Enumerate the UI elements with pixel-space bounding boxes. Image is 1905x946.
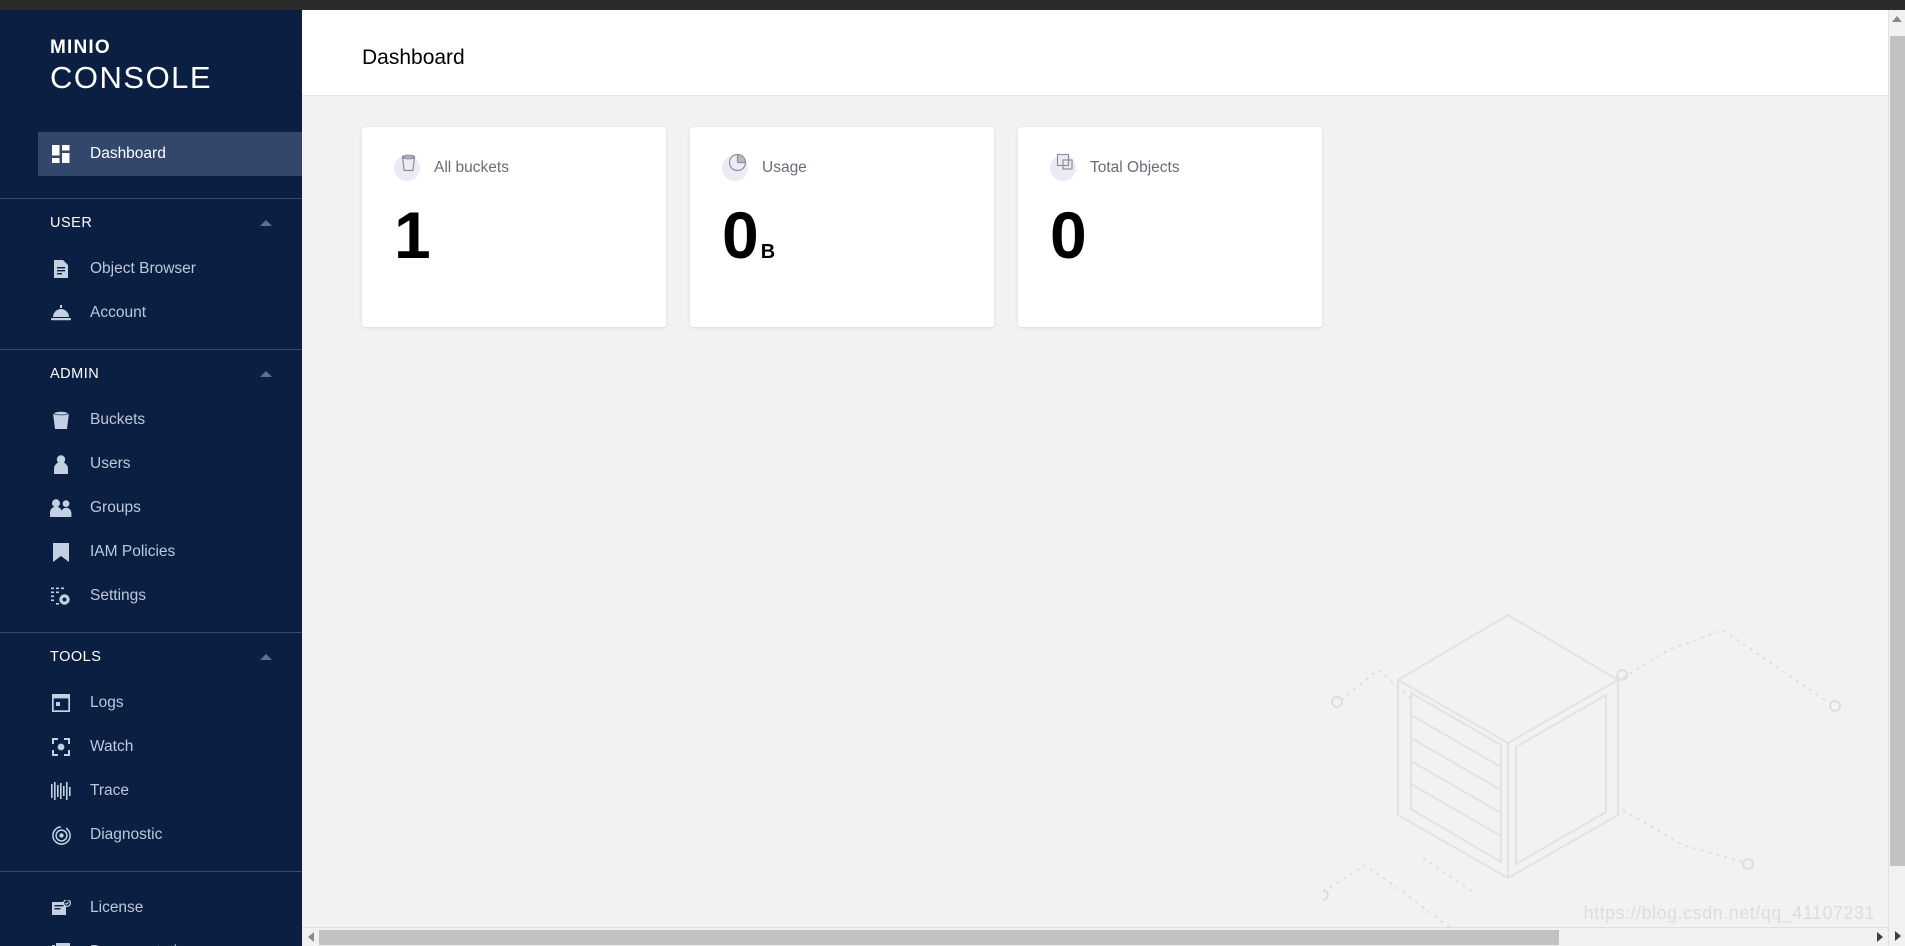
- app-root: MINIO CONSOLE Dashboard USER Object Brow…: [0, 0, 1905, 946]
- sidebar-section-label: TOOLS: [50, 649, 102, 665]
- pie-chart-icon: [722, 153, 748, 181]
- browser-top-chrome: [0, 0, 1905, 10]
- sidebar-item-label: Buckets: [90, 411, 146, 428]
- bucket-icon: [50, 409, 72, 431]
- license-icon: [50, 897, 72, 919]
- card-unit: B: [760, 241, 776, 263]
- card-header: All buckets: [362, 127, 666, 181]
- sidebar-section-user: USER Object Browser Account: [0, 199, 302, 349]
- sidebar-section-tools: TOOLS Logs Watch Trace Diagnostic: [0, 633, 302, 871]
- sidebar-item-iam-policies[interactable]: IAM Policies: [0, 530, 302, 574]
- sidebar-section-header-tools[interactable]: TOOLS: [0, 633, 302, 681]
- sidebar-item-trace[interactable]: Trace: [0, 769, 302, 813]
- stat-card-all-buckets[interactable]: All buckets 1: [362, 127, 666, 327]
- chevron-up-icon[interactable]: [260, 371, 272, 377]
- card-value: 1: [394, 198, 431, 272]
- groups-icon: [50, 497, 72, 519]
- dashboard-icon: [50, 143, 72, 165]
- sidebar-item-label: Logs: [90, 694, 124, 711]
- sidebar-item-label: IAM Policies: [90, 543, 176, 560]
- stat-card-usage[interactable]: Usage 0B: [690, 127, 994, 327]
- sidebar-item-settings[interactable]: Settings: [0, 574, 302, 618]
- scroll-right-arrow-icon[interactable]: [1871, 928, 1888, 946]
- scroll-down-arrow-icon[interactable]: [1889, 927, 1905, 944]
- stat-cards-row: All buckets 1 Usage 0 B Total Objects 0: [362, 127, 1322, 327]
- card-header: Total Objects: [1018, 127, 1322, 181]
- user-icon: [50, 453, 72, 475]
- scroll-left-arrow-icon[interactable]: [302, 928, 319, 946]
- watch-icon: [50, 736, 72, 758]
- card-value-wrap: 0B: [722, 199, 775, 288]
- vertical-scrollbar-thumb[interactable]: [1890, 36, 1905, 866]
- sidebar-item-label: Users: [90, 455, 131, 472]
- sidebar-item-object-browser[interactable]: Object Browser: [0, 247, 302, 291]
- sidebar-item-documentation[interactable]: Documentation: [0, 930, 302, 946]
- objects-icon: [1050, 153, 1076, 181]
- gear-icon: [50, 585, 72, 607]
- horizontal-scrollbar-thumb[interactable]: [319, 929, 1559, 945]
- documentation-icon: [50, 941, 72, 946]
- card-value-wrap: 1: [394, 199, 433, 271]
- card-label: Usage: [762, 159, 807, 176]
- sidebar-item-label: Settings: [90, 587, 147, 604]
- card-value: 0: [1050, 198, 1087, 272]
- sidebar: MINIO CONSOLE Dashboard USER Object Brow…: [0, 10, 302, 946]
- sidebar-item-label: License: [90, 899, 144, 916]
- sidebar-item-dashboard[interactable]: Dashboard: [38, 132, 302, 176]
- sidebar-item-label: Dashboard: [90, 145, 166, 162]
- chevron-up-icon[interactable]: [260, 220, 272, 226]
- sidebar-item-logs[interactable]: Logs: [0, 681, 302, 725]
- watermark-url: https://blog.csdn.net/qq_41107231: [1583, 903, 1875, 923]
- brand-minio-text: MINIO: [50, 37, 111, 58]
- brand-console-text: CONSOLE: [50, 60, 213, 95]
- sidebar-item-label: Account: [90, 304, 147, 321]
- sidebar-item-groups[interactable]: Groups: [0, 486, 302, 530]
- sidebar-section-label: ADMIN: [50, 366, 100, 382]
- sidebar-section-label: USER: [50, 215, 93, 231]
- sidebar-section-admin: ADMIN Buckets Users Groups IAM Policies …: [0, 350, 302, 632]
- isometric-server-rack-illustration: [1317, 610, 1883, 940]
- sidebar-item-label: Diagnostic: [90, 826, 163, 843]
- sidebar-item-label: Object Browser: [90, 260, 196, 277]
- document-icon: [50, 258, 72, 280]
- stat-card-total-objects[interactable]: Total Objects 0: [1018, 127, 1322, 327]
- card-header: Usage: [690, 127, 994, 181]
- scroll-up-arrow-icon[interactable]: [1889, 10, 1905, 27]
- vertical-scrollbar[interactable]: [1888, 10, 1905, 946]
- sidebar-section-header-user[interactable]: USER: [0, 199, 302, 247]
- horizontal-scrollbar[interactable]: [302, 927, 1888, 946]
- card-label: All buckets: [434, 159, 509, 176]
- sidebar-section-header-admin[interactable]: ADMIN: [0, 350, 302, 398]
- page-header: Dashboard: [302, 10, 1905, 96]
- service-bell-icon: [50, 302, 72, 324]
- sidebar-item-users[interactable]: Users: [0, 442, 302, 486]
- sidebar-item-watch[interactable]: Watch: [0, 725, 302, 769]
- chevron-up-icon[interactable]: [260, 654, 272, 660]
- sidebar-item-account[interactable]: Account: [0, 291, 302, 335]
- brand-logo: MINIO CONSOLE: [0, 10, 302, 132]
- bookmark-icon: [50, 541, 72, 563]
- dashboard-content: All buckets 1 Usage 0 B Total Objects 0 …: [302, 97, 1905, 946]
- logs-icon: [50, 692, 72, 714]
- card-value: 0: [722, 198, 759, 272]
- page-title: Dashboard: [362, 46, 465, 69]
- sidebar-item-buckets[interactable]: Buckets: [0, 398, 302, 442]
- main-content: Dashboard All buckets 1 Usage 0 B Total …: [302, 10, 1905, 946]
- sidebar-item-label: Watch: [90, 738, 134, 755]
- sidebar-item-license[interactable]: License: [0, 886, 302, 930]
- sidebar-item-diagnostic[interactable]: Diagnostic: [0, 813, 302, 857]
- card-label: Total Objects: [1090, 159, 1180, 176]
- sidebar-item-label: Trace: [90, 782, 130, 799]
- diagnostic-icon: [50, 824, 72, 846]
- bucket-icon: [394, 154, 420, 181]
- sidebar-item-label: Groups: [90, 499, 141, 516]
- card-value-wrap: 0: [1050, 199, 1089, 271]
- trace-icon: [50, 780, 72, 802]
